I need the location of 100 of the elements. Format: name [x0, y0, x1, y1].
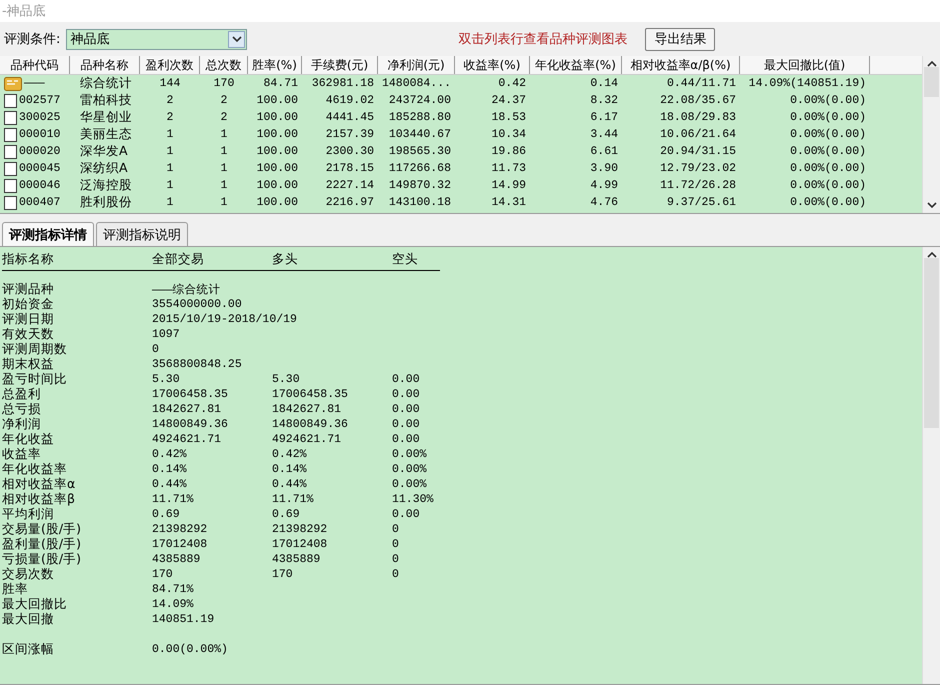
column-header[interactable]: 年化收益率(%) [530, 56, 622, 74]
chevron-up-icon[interactable] [926, 251, 936, 258]
metric-value: 14.09% [152, 598, 194, 611]
metric-value: 11.30% [392, 493, 434, 506]
table-cell-text: 1 [220, 128, 228, 141]
metric-value: 0.44% [272, 478, 307, 491]
metric-value: 0.42% [152, 448, 187, 461]
scroll-thumb[interactable] [924, 258, 939, 428]
metric-value: 2015/10/19-2018/10/19 [152, 313, 297, 326]
tab[interactable]: 评测指标详情 [2, 222, 94, 246]
condition-label: 评测条件: [4, 31, 60, 48]
metric-name: 交易量(股/手) [2, 521, 81, 538]
table-cell-text: 6.61 [589, 145, 619, 158]
metric-value: 17006458.35 [152, 388, 228, 401]
table-cell: 000045 [19, 162, 60, 175]
metric-value: 14800849.36 [272, 418, 348, 431]
metric-value: 0.69 [272, 508, 300, 521]
table-cell-text: 100.00 [256, 145, 299, 158]
table-cell-text: 4.99 [589, 179, 619, 192]
metric-value: 0.00% [392, 448, 427, 461]
table-cell: 000046 [19, 179, 60, 192]
table-cell-text: 1 [166, 162, 174, 175]
table-cell-text: 2 [166, 111, 174, 124]
table-cell-text: 4.76 [589, 196, 619, 209]
table-cell-text: 雷柏科技 [79, 92, 133, 109]
scrollbar[interactable] [922, 247, 940, 684]
table-cell-text: 185288.80 [388, 111, 452, 124]
metric-value: 5.30 [272, 373, 300, 386]
table-cell-text: 2 [220, 94, 228, 107]
table-cell-text: 143100.18 [388, 196, 452, 209]
metric-value: 0.00(0.00%) [152, 643, 228, 656]
metric-value: 0.69 [152, 508, 180, 521]
metric-value: 140851.19 [152, 613, 214, 626]
metric-value: 21398292 [152, 523, 208, 536]
export-button[interactable]: 导出结果 [645, 28, 716, 50]
table-cell-text: 1 [166, 179, 174, 192]
metric-name: 评测日期 [2, 311, 54, 328]
dropdown-button[interactable] [228, 30, 246, 48]
table-cell-text: 泛海控股 [79, 177, 133, 194]
table-cell-text: 0.00%(0.00) [789, 179, 867, 192]
table-cell-text: 1 [166, 196, 174, 209]
table-cell-text: 22.08/35.67 [659, 94, 737, 107]
table-cell-text: 0.00%(0.00) [789, 128, 867, 141]
window-title: -神品底 [2, 3, 46, 20]
metric-name: 有效天数 [2, 326, 54, 342]
metric-value: 0 [392, 538, 399, 551]
column-header[interactable]: 盈利次数 [140, 56, 200, 74]
column-header[interactable]: 净利润(元) [378, 56, 455, 74]
metric-value: 4385889 [152, 553, 200, 566]
table-cell-text: 170 [212, 77, 236, 90]
table-cell: 300025 [19, 111, 60, 124]
table-cell-text: 14.09%(140851.19) [748, 77, 867, 90]
table-cell: 000020 [19, 145, 60, 158]
metric-name: 区间涨幅 [2, 641, 54, 658]
metric-value: 0 [392, 553, 399, 566]
table-cell-text: 84.71 [262, 77, 299, 90]
metric-value: 1097 [152, 328, 180, 341]
table-cell-text: 2216.97 [324, 196, 375, 209]
table-cell-text: 0.00%(0.00) [789, 94, 867, 107]
table-cell-text: 6.17 [589, 111, 619, 124]
table-cell-text: 103440.67 [388, 128, 452, 141]
metric-value: 0.42% [272, 448, 307, 461]
metric-value: 1842627.81 [152, 403, 222, 416]
chevron-down-icon[interactable] [926, 202, 936, 209]
table-cell-text: 1 [220, 162, 228, 175]
table-cell-text: 2 [220, 111, 228, 124]
column-header[interactable]: 总次数 [200, 56, 248, 74]
column-header[interactable]: 品种代码 [0, 56, 70, 74]
metric-value: 170 [272, 568, 293, 581]
table-cell-text: 1 [166, 128, 174, 141]
table-cell-text: 100.00 [256, 128, 299, 141]
table-cell-text: 0.00%(0.00) [789, 145, 867, 158]
table-cell-text: 3.44 [589, 128, 619, 141]
column-header[interactable]: 相对收益率α/β(%) [622, 56, 740, 74]
table-cell-text: 胜利股份 [79, 194, 133, 211]
metric-name: 净利润 [2, 416, 41, 433]
metric-name: 年化收益 [2, 431, 54, 448]
metric-name: 胜率 [2, 581, 28, 598]
column-header[interactable]: 胜率(%) [248, 56, 302, 74]
metric-value: 0.00% [392, 478, 427, 491]
tab[interactable]: 评测指标说明 [96, 222, 188, 246]
metric-value: 0.00 [392, 418, 420, 431]
table-cell-text: 2227.14 [324, 179, 375, 192]
metric-name: 总盈利 [2, 386, 41, 402]
column-header[interactable]: 手续费(元) [302, 56, 378, 74]
metric-value: 4924621.71 [272, 433, 342, 446]
chevron-down-icon[interactable] [232, 36, 242, 42]
column-header[interactable]: 最大回撤比(值) [740, 56, 870, 74]
table-cell-text: 144 [158, 77, 182, 90]
metric-name: 年化收益率 [2, 461, 67, 478]
chevron-up-icon[interactable] [926, 60, 936, 67]
scroll-thumb[interactable] [924, 67, 939, 97]
table-cell-text: 24.37 [490, 94, 527, 107]
metric-name: 评测周期数 [2, 341, 67, 358]
column-header[interactable]: 收益率(%) [455, 56, 530, 74]
hint-text: 双击列表行查看品种评测图表 [458, 31, 628, 48]
scrollbar[interactable] [922, 56, 940, 213]
condition-dropdown[interactable]: 神品底 [66, 28, 248, 50]
column-header[interactable]: 品种名称 [70, 56, 140, 74]
document-icon [4, 144, 17, 158]
